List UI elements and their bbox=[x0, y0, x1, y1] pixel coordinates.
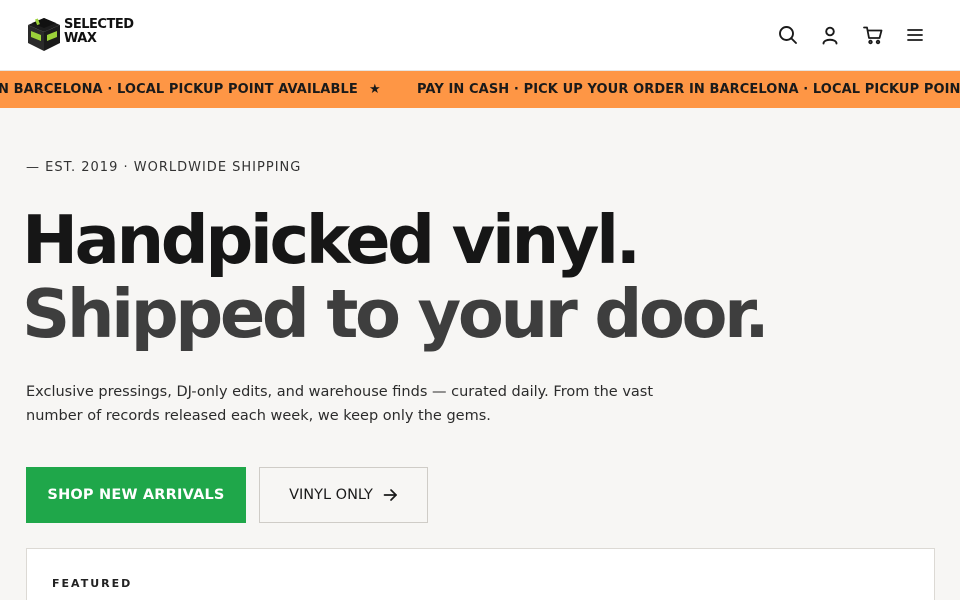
ticker-star: ★ bbox=[369, 82, 381, 97]
hero-headline-line-1: Handpicked vinyl. bbox=[22, 201, 641, 279]
featured-label: FEATURED bbox=[52, 577, 133, 590]
hero-headline-line-2: Shipped to your door. bbox=[22, 275, 770, 353]
announcement-ticker: N BARCELONA · LOCAL PICKUP POINT AVAILAB… bbox=[0, 71, 960, 108]
logo-link[interactable]: SELECTED WAX bbox=[26, 15, 136, 55]
logo-line-2: WAX bbox=[64, 31, 97, 46]
shop-new-arrivals-label: SHOP NEW ARRIVALS bbox=[47, 487, 225, 503]
logo-line-1: SELECTED bbox=[64, 17, 134, 32]
cart-button[interactable] bbox=[862, 24, 884, 46]
hero-description: Exclusive pressings, DJ-only edits, and … bbox=[26, 384, 654, 424]
menu-button[interactable] bbox=[904, 24, 926, 46]
vinyl-only-label: VINYL ONLY bbox=[289, 487, 373, 503]
ticker-item: N BARCELONA · LOCAL PICKUP POINT AVAILAB… bbox=[0, 82, 358, 97]
logo-box-icon bbox=[28, 18, 60, 51]
shop-new-arrivals-button[interactable]: SHOP NEW ARRIVALS bbox=[26, 467, 246, 523]
cart-icon bbox=[863, 26, 883, 45]
user-icon bbox=[822, 26, 838, 45]
hero-eyebrow: — EST. 2019 · WORLDWIDE SHIPPING bbox=[26, 160, 302, 175]
search-button[interactable] bbox=[777, 24, 799, 46]
vinyl-only-button[interactable]: VINYL ONLY bbox=[259, 467, 428, 523]
search-icon bbox=[779, 26, 797, 44]
logo-wordmark: SELECTED WAX bbox=[64, 18, 134, 46]
arrow-right-icon bbox=[383, 489, 397, 501]
site-header: SELECTED WAX bbox=[0, 0, 960, 71]
menu-icon bbox=[907, 29, 923, 41]
account-button[interactable] bbox=[819, 24, 841, 46]
ticker-item: PAY IN CASH · PICK UP YOUR ORDER IN BARC… bbox=[417, 82, 960, 97]
featured-section: FEATURED bbox=[26, 548, 935, 600]
